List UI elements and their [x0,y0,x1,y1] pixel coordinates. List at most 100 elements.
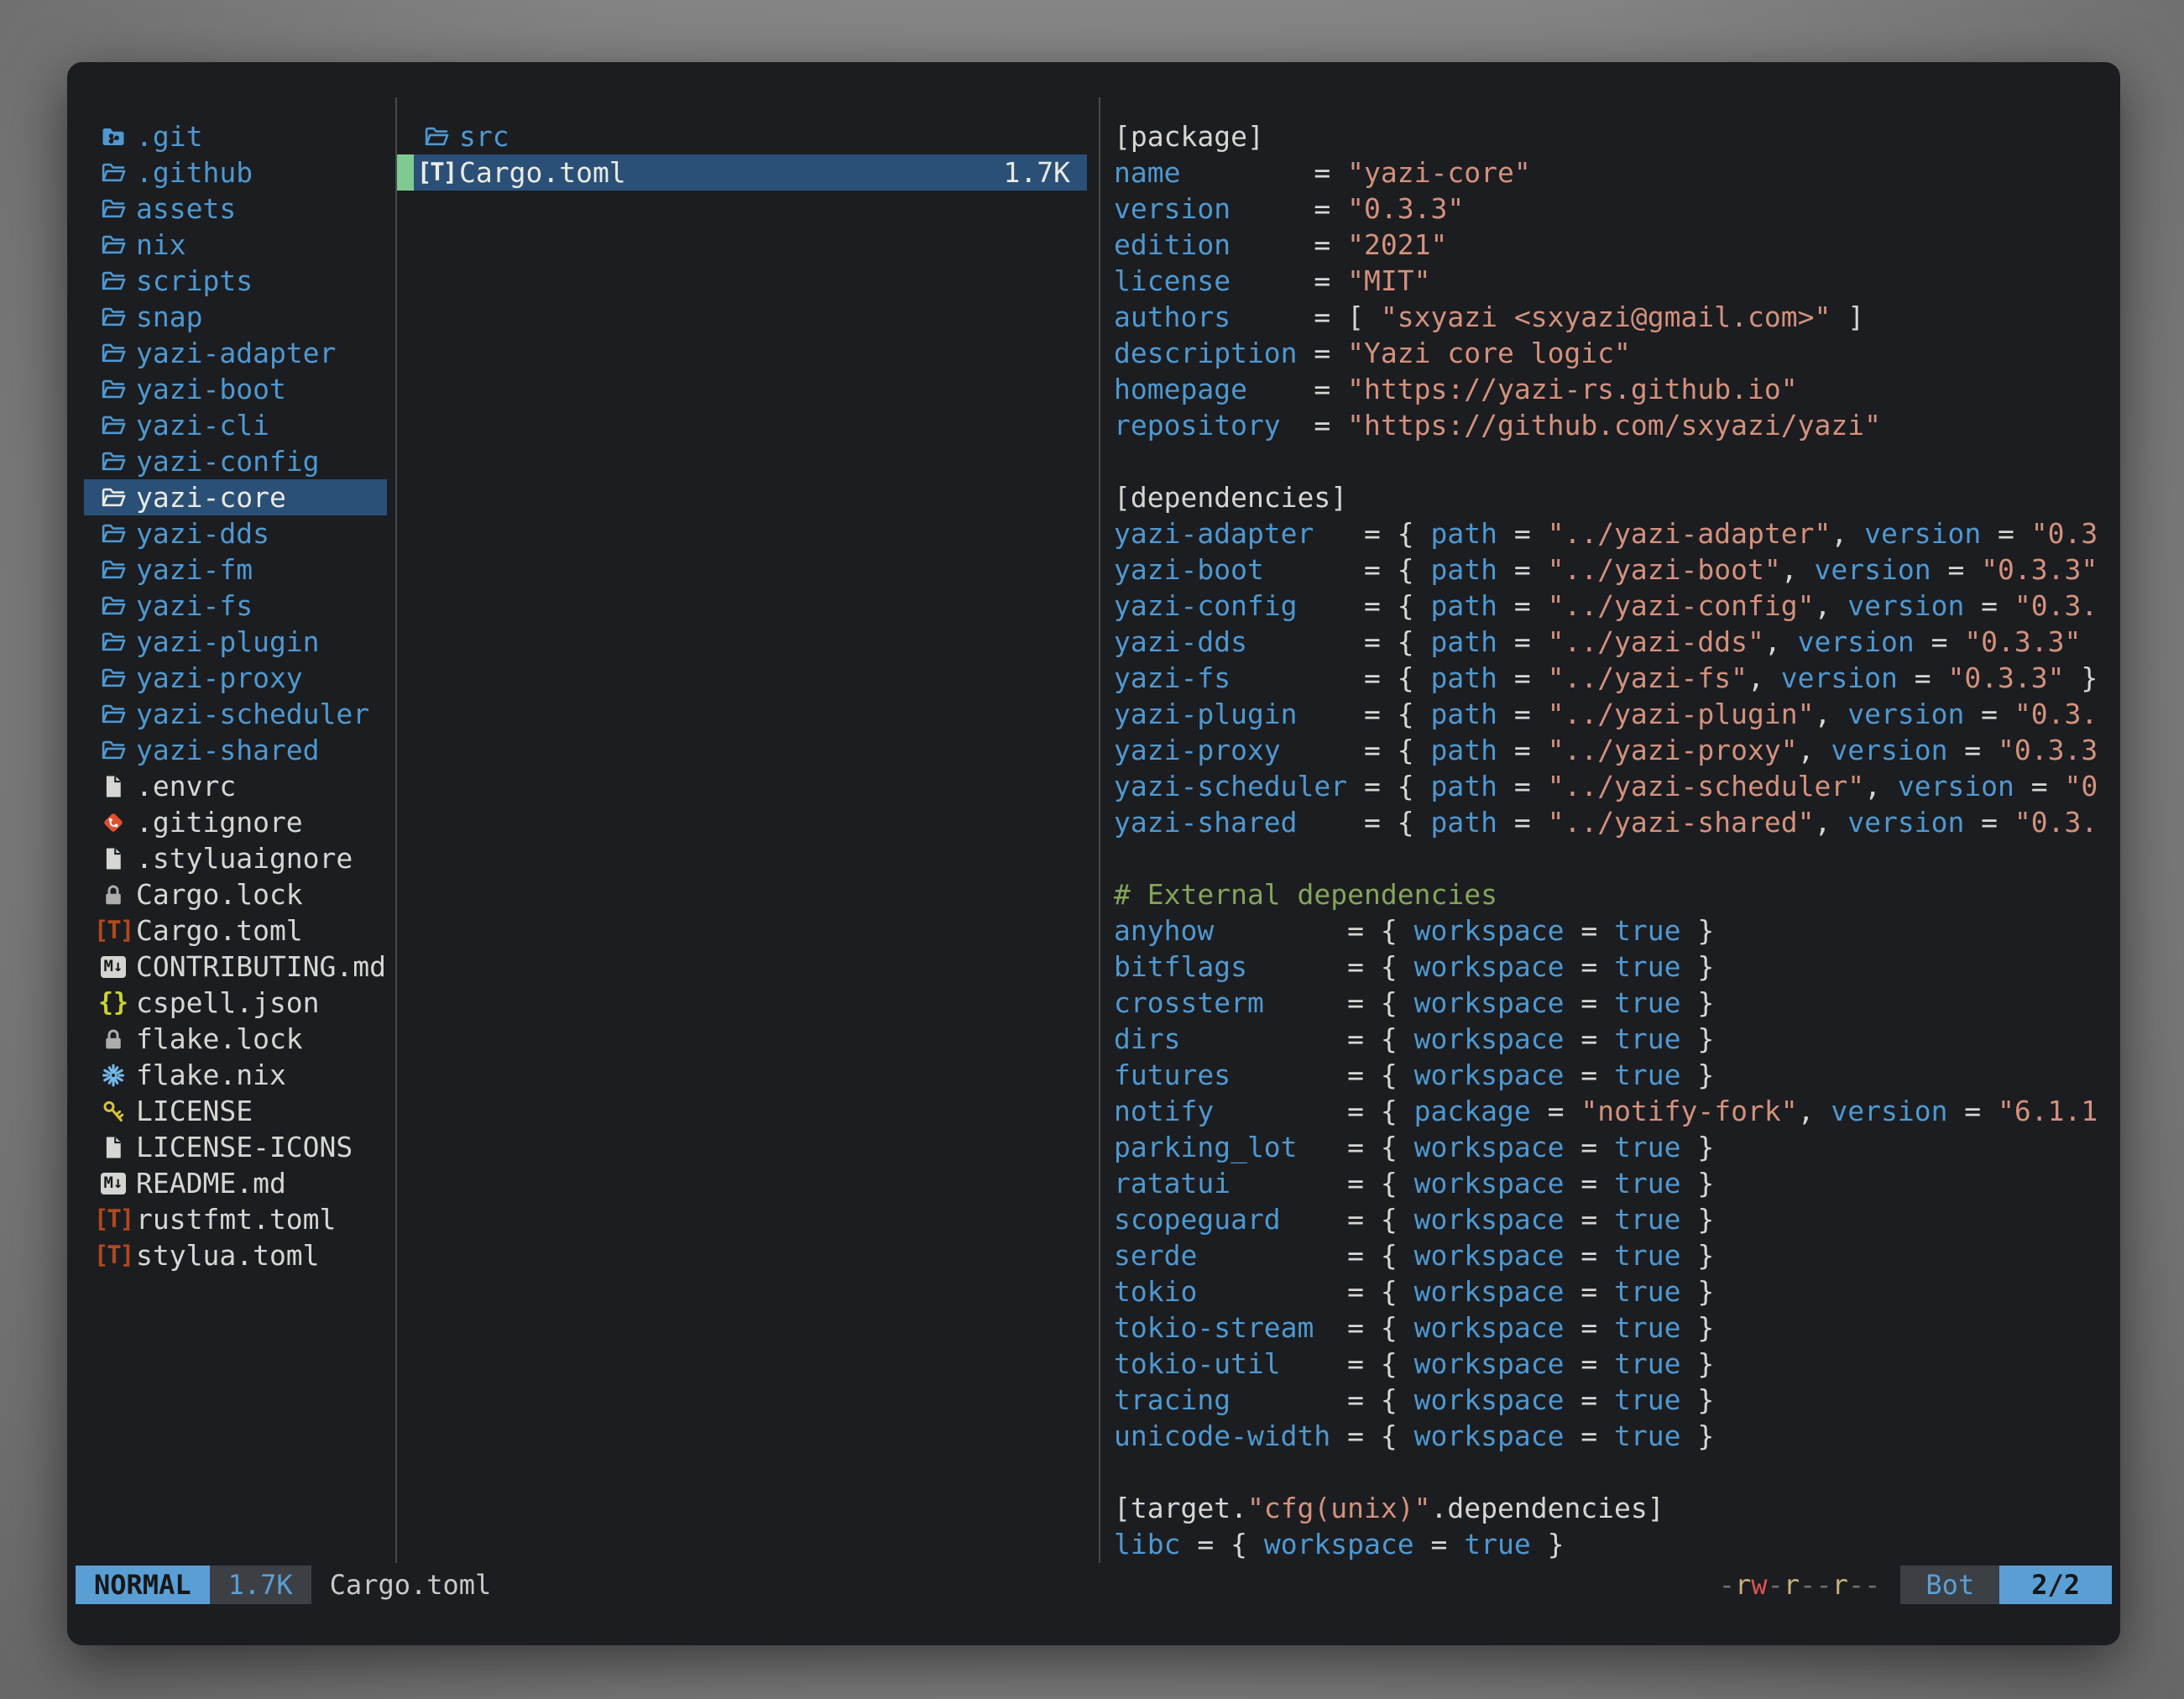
key-icon [101,1099,126,1124]
file-name: Cargo.toml [459,156,626,189]
file-row[interactable]: LICENSE-ICONS [84,1129,387,1165]
preview-line: crossterm = { workspace = true } [1114,985,2120,1021]
file-name: .git [136,120,202,153]
folder-icon [101,630,126,655]
preview-line: tracing = { workspace = true } [1114,1382,2120,1418]
file-row[interactable]: yazi-scheduler [84,696,387,732]
preview-line: yazi-fs = { path = "../yazi-fs", version… [1114,660,2120,696]
file-row[interactable]: .gitignore [84,804,387,840]
file-name: yazi-fs [136,589,253,622]
file-row[interactable]: yazi-config [84,443,387,479]
preview-line: dirs = { workspace = true } [1114,1021,2120,1057]
file-row[interactable]: yazi-cli [84,407,387,443]
file-row[interactable]: yazi-adapter [84,335,387,371]
folder-icon [101,485,126,510]
preview-line: yazi-dds = { path = "../yazi-dds", versi… [1114,624,2120,660]
file-row[interactable]: [T]rustfmt.toml [84,1201,387,1237]
preview-line: license = "MIT" [1114,263,2120,299]
preview-line: [dependencies] [1114,479,2120,515]
file-row[interactable]: .github [84,154,387,191]
file-name: yazi-scheduler [136,698,369,730]
file-row[interactable]: nix [84,227,387,263]
preview-line [1114,840,2120,876]
file-row[interactable]: yazi-fs [84,588,387,624]
parent-pane[interactable]: .git.githubassetsnixscriptssnapyazi-adap… [67,97,395,1563]
file-row[interactable]: snap [84,299,387,335]
toml-icon: [T] [424,160,449,185]
file-row[interactable]: yazi-core [84,479,387,515]
preview-line: authors = [ "sxyazi <sxyazi@gmail.com>" … [1114,299,2120,335]
folder-icon [101,233,126,258]
preview-line: unicode-width = { workspace = true } [1114,1418,2120,1454]
file-icon [101,846,126,871]
preview-line: [target."cfg(unix)".dependencies] [1114,1490,2120,1526]
folder-icon [101,702,126,727]
preview-line: serde = { workspace = true } [1114,1237,2120,1273]
file-name: yazi-fm [136,553,253,586]
file-row[interactable]: src [397,118,1087,154]
gitignore-icon [101,810,126,835]
file-row[interactable]: M↓CONTRIBUTING.md [84,949,387,985]
preview-line: yazi-boot = { path = "../yazi-boot", ver… [1114,552,2120,588]
file-row[interactable]: yazi-fm [84,552,387,588]
toml-icon: [T] [101,918,126,943]
file-row[interactable]: yazi-boot [84,371,387,407]
preview-line: libc = { workspace = true } [1114,1526,2120,1562]
preview-line: notify = { package = "notify-fork", vers… [1114,1093,2120,1129]
file-row[interactable]: [T] Cargo.toml 1.7K [397,154,1087,191]
preview-pane[interactable]: [package]name = "yazi-core"version = "0.… [1100,97,2120,1563]
file-row[interactable]: .envrc [84,768,387,804]
file-name: nix [136,228,186,261]
preview-line: anyhow = { workspace = true } [1114,912,2120,949]
preview-line: [package] [1114,118,2120,154]
file-name: .gitignore [136,806,303,839]
file-row[interactable]: yazi-shared [84,732,387,768]
file-row[interactable]: LICENSE [84,1093,387,1129]
file-name: cspell.json [136,986,320,1019]
file-name: scripts [136,264,253,297]
file-row[interactable]: .styluaignore [84,840,387,876]
file-name: README.md [136,1167,286,1200]
file-name: yazi-adapter [136,337,336,369]
folder-icon [101,341,126,366]
file-row[interactable]: [T]Cargo.toml [84,912,387,949]
file-name: yazi-config [136,445,320,478]
preview-line: # External dependencies [1114,876,2120,912]
file-name: yazi-proxy [136,661,303,694]
preview-line: homepage = "https://yazi-rs.github.io" [1114,371,2120,407]
current-pane[interactable]: src [T] Cargo.toml 1.7K [395,97,1100,1563]
file-name: yazi-core [136,481,286,514]
preview-line: edition = "2021" [1114,227,2120,263]
file-manager-panes: .git.githubassetsnixscriptssnapyazi-adap… [67,97,2120,1563]
file-row[interactable]: flake.lock [84,1021,387,1057]
file-row[interactable]: [T]stylua.toml [84,1237,387,1273]
folder-icon [101,666,126,691]
file-row[interactable]: assets [84,191,387,227]
folder-icon [101,738,126,763]
scroll-position-badge: Bot [1900,1566,1999,1604]
file-name: src [459,120,509,153]
file-name: yazi-cli [136,409,269,442]
preview-line: yazi-scheduler = { path = "../yazi-sched… [1114,768,2120,804]
file-size: 1.7K [1004,156,1087,189]
preview-line: yazi-proxy = { path = "../yazi-proxy", v… [1114,732,2120,768]
folder-icon [101,269,126,294]
file-row[interactable]: Cargo.lock [84,876,387,912]
folder-icon [101,557,126,583]
file-row[interactable]: yazi-dds [84,515,387,552]
file-name: CONTRIBUTING.md [136,950,386,983]
file-row[interactable]: {} cspell.json [84,985,387,1021]
file-row[interactable]: flake.nix [84,1057,387,1093]
lock-icon [101,882,126,907]
braces-icon: {} [101,991,126,1016]
file-name: flake.nix [136,1059,286,1091]
file-row[interactable]: yazi-plugin [84,624,387,660]
preview-line: yazi-adapter = { path = "../yazi-adapter… [1114,515,2120,552]
preview-line: yazi-config = { path = "../yazi-config",… [1114,588,2120,624]
file-row[interactable]: yazi-proxy [84,660,387,696]
file-row[interactable]: M↓README.md [84,1165,387,1201]
folder-icon [101,160,126,186]
file-row[interactable]: .git [84,118,387,154]
file-row[interactable]: scripts [84,263,387,299]
folder-icon [101,521,126,546]
